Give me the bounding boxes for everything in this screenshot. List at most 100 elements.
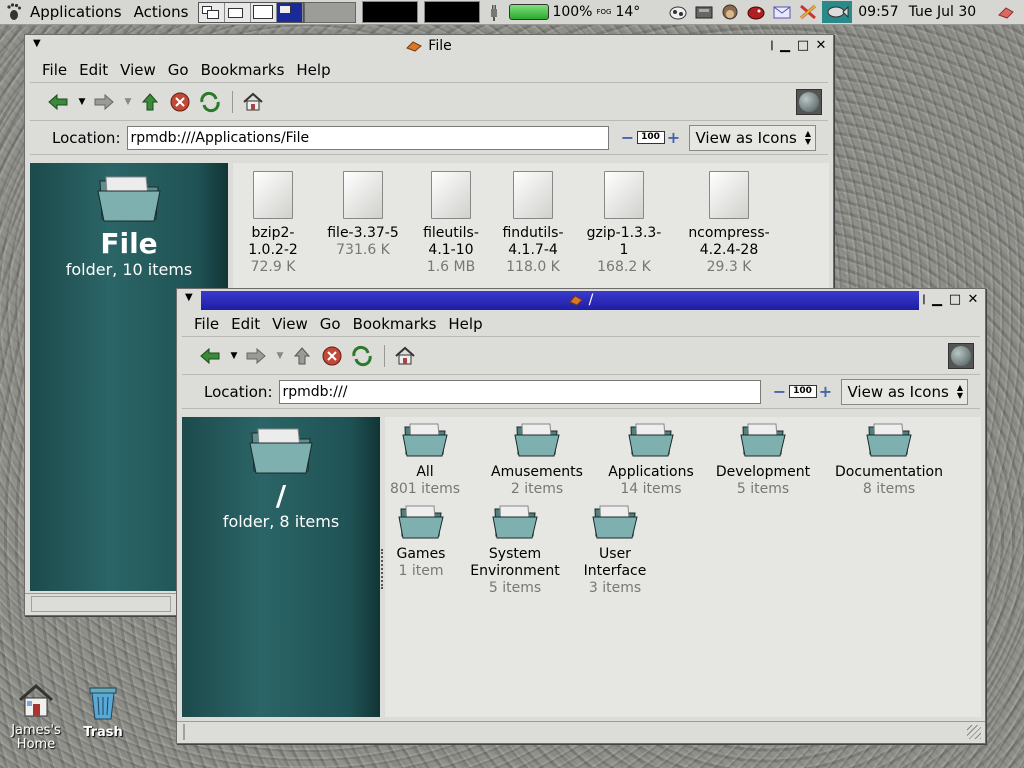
workspace-2[interactable] [225, 2, 252, 22]
forward-arrow-icon[interactable] [90, 88, 118, 116]
menu-edit[interactable]: Edit [225, 315, 266, 333]
home-icon[interactable] [239, 88, 267, 116]
file-window-titlebar[interactable]: ▼ File | ▁ □ ✕ [25, 35, 833, 57]
folder-item[interactable]: All 801 items [385, 421, 465, 498]
menu-view[interactable]: View [114, 61, 162, 79]
workspace-4[interactable] [277, 2, 304, 22]
folder-icon [30, 171, 228, 227]
menu-file[interactable]: File [188, 315, 225, 333]
stop-icon[interactable] [166, 88, 194, 116]
window-menu-icon[interactable]: ▼ [33, 38, 41, 49]
folder-icon [398, 505, 444, 539]
workspace-1[interactable] [199, 2, 226, 22]
up-arrow-icon[interactable] [136, 88, 164, 116]
file-item[interactable]: file-3.37-5 731.6 K [319, 171, 407, 259]
applications-menu[interactable]: Applications [24, 0, 128, 25]
view-as-select[interactable]: View as Icons ▲ ▼ [688, 124, 816, 151]
location-input[interactable]: rpmdb:/// [278, 379, 761, 404]
reload-icon[interactable] [196, 88, 224, 116]
file-window-menubar: File Edit View Go Bookmarks Help [30, 57, 828, 83]
folder-item[interactable]: Amusements 2 items [485, 421, 589, 498]
nautilus-icon [568, 295, 583, 306]
menu-go[interactable]: Go [162, 61, 195, 79]
folder-item[interactable]: User Interface 3 items [575, 503, 655, 597]
folder-item[interactable]: Development 5 items [711, 421, 815, 498]
workspace-3[interactable] [251, 2, 278, 22]
zoom-in-button[interactable]: + [819, 382, 833, 401]
menu-view[interactable]: View [266, 315, 314, 333]
tasklist-window-2[interactable] [424, 1, 481, 23]
resize-grip-icon[interactable] [967, 725, 981, 739]
side-pane-subtitle: folder, 10 items [65, 260, 193, 279]
document-icon [253, 171, 293, 219]
folder-icon [740, 423, 786, 457]
maximize-button[interactable]: □ [795, 37, 811, 53]
actions-menu[interactable]: Actions [128, 0, 195, 25]
red-creature-icon[interactable] [744, 1, 768, 23]
reload-icon[interactable] [348, 342, 376, 370]
close-button[interactable]: ✕ [965, 291, 981, 307]
menu-help[interactable]: Help [442, 315, 488, 333]
home-icon[interactable] [391, 342, 419, 370]
maximize-button[interactable]: □ [947, 291, 963, 307]
file-item[interactable]: bzip2- 1.0.2-2 72.9 K [241, 171, 305, 276]
back-arrow-icon[interactable] [44, 88, 72, 116]
back-history-dropdown[interactable]: ▼ [74, 88, 90, 116]
folder-icon [628, 423, 674, 457]
throbber-icon [948, 343, 974, 369]
forward-history-dropdown[interactable]: ▼ [120, 88, 136, 116]
zoom-level: 100 [788, 385, 817, 398]
forward-history-dropdown[interactable]: ▼ [272, 342, 288, 370]
clock-time[interactable]: 09:57 [858, 0, 898, 25]
weather-condition: FOG [596, 8, 612, 16]
file-item[interactable]: fileutils- 4.1-10 1.6 MB [413, 171, 489, 276]
menu-bookmarks[interactable]: Bookmarks [347, 315, 443, 333]
clock-date[interactable]: Tue Jul 30 [909, 0, 977, 25]
zoom-out-button[interactable]: − [773, 382, 787, 401]
minimize-button[interactable]: ▁ [929, 291, 945, 307]
menu-go[interactable]: Go [314, 315, 347, 333]
back-arrow-icon[interactable] [196, 342, 224, 370]
folder-item[interactable]: Documentation 8 items [829, 421, 949, 498]
file-item[interactable]: ncompress- 4.2.4-28 29.3 K [683, 171, 775, 276]
root-window-titlebar[interactable]: ▼ / | ▁ □ ✕ [177, 289, 985, 311]
cow-icon[interactable] [666, 1, 690, 23]
folder-item[interactable]: Applications 14 items [599, 421, 703, 498]
menu-edit[interactable]: Edit [73, 61, 114, 79]
desktop-home-icon[interactable]: James's Home [8, 680, 64, 752]
close-button[interactable]: ✕ [813, 37, 829, 53]
file-item[interactable]: gzip-1.3.3- 1 168.2 K [581, 171, 667, 276]
folder-item[interactable]: System Environment 5 items [465, 503, 565, 597]
mail-icon[interactable] [770, 1, 794, 23]
fish-applet-icon[interactable] [822, 1, 853, 23]
view-as-select[interactable]: View as Icons ▲ ▼ [840, 378, 968, 405]
back-history-dropdown[interactable]: ▼ [226, 342, 242, 370]
minimize-button[interactable]: ▁ [777, 37, 793, 53]
zoom-level: 100 [636, 131, 665, 144]
zoom-in-button[interactable]: + [667, 128, 681, 147]
gnome-foot-icon[interactable] [4, 2, 24, 22]
notes-icon[interactable] [994, 1, 1018, 23]
folder-item[interactable]: Games 1 item [387, 503, 455, 580]
tools-icon[interactable] [796, 1, 820, 23]
document-icon [709, 171, 749, 219]
menu-file[interactable]: File [36, 61, 73, 79]
root-window-menubar: File Edit View Go Bookmarks Help [182, 311, 980, 337]
workspace-switcher[interactable] [198, 1, 305, 23]
location-input[interactable]: rpmdb:///Applications/File [126, 125, 609, 150]
file-item[interactable]: findutils- 4.1.7-4 118.0 K [495, 171, 571, 276]
window-menu-icon[interactable]: ▼ [185, 292, 193, 303]
tasklist-window-1[interactable] [362, 1, 419, 23]
up-arrow-icon[interactable] [288, 342, 316, 370]
forward-arrow-icon[interactable] [242, 342, 270, 370]
menu-help[interactable]: Help [290, 61, 336, 79]
menu-bookmarks[interactable]: Bookmarks [195, 61, 291, 79]
zoom-out-button[interactable]: − [621, 128, 635, 147]
disk-icon[interactable] [692, 1, 716, 23]
monkey-icon[interactable] [718, 1, 742, 23]
document-icon [604, 171, 644, 219]
stop-icon[interactable] [318, 342, 346, 370]
desktop-trash-icon[interactable]: Trash [78, 682, 128, 740]
side-pane-subtitle: folder, 8 items [222, 512, 340, 531]
folder-icon [492, 505, 538, 539]
